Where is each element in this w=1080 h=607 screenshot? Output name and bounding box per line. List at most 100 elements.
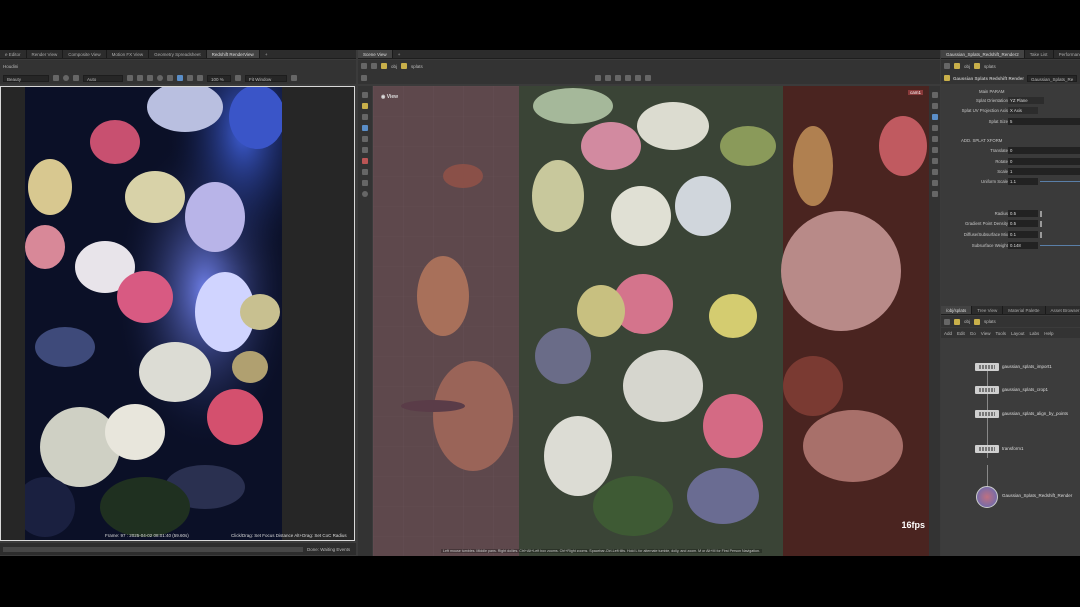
wireframe-icon[interactable] [931,125,938,131]
grid-icon[interactable] [137,75,143,81]
histogram-icon[interactable] [187,75,193,81]
network-editor[interactable]: gaussian_splats_import1 gaussian_splats_… [941,338,1080,556]
network-path-obj[interactable]: obj [964,319,970,324]
forward-icon[interactable] [371,63,377,69]
circle-icon[interactable] [157,75,163,81]
subsurface-weight-slider[interactable] [1040,245,1080,246]
viewport-view-text[interactable]: View [387,94,398,100]
rotate-tool-icon[interactable] [615,75,621,81]
crop-icon[interactable] [73,75,79,81]
uniform-scale-field[interactable]: 1.1 [1008,178,1038,185]
menu-labs[interactable]: Labs [1030,331,1040,336]
lighting-icon[interactable] [931,114,938,120]
uniform-scale-slider[interactable] [1040,181,1080,182]
square-icon[interactable] [147,75,153,81]
render-viewport[interactable]: Frame: 97 : 2025-04-02 08:01:40 (59.60s)… [0,86,355,541]
tool-select-icon[interactable] [362,92,368,98]
camera-icon[interactable] [625,75,631,81]
tab-tree-view[interactable]: Tree View [972,306,1004,314]
params-back-icon[interactable] [944,63,950,69]
uv-axis-dropdown[interactable]: X Axis [1008,107,1038,114]
normals-icon[interactable] [931,147,938,153]
viewport-view-label[interactable]: ◉ View [381,94,398,100]
tab-motion-fx-view[interactable]: Motion FX View [107,50,150,58]
tab-performance[interactable]: Performance Mo [1054,50,1080,58]
select-tool-icon[interactable] [595,75,601,81]
compare-icon[interactable] [197,75,203,81]
diffuse-mix-slider[interactable] [1040,232,1042,238]
display-options-icon[interactable] [931,92,938,98]
add-tab-icon[interactable]: + [260,50,273,58]
snapshot-icon[interactable] [53,75,59,81]
camera-dropdown[interactable]: cam1 [907,90,923,95]
tab-composite-view[interactable]: Composite View [63,50,107,58]
render-node[interactable] [976,486,998,508]
light-icon[interactable] [635,75,641,81]
tab-take-list[interactable]: Take List [1025,50,1054,58]
gradient-density-slider[interactable] [1040,221,1042,227]
auto-dropdown[interactable]: Auto [83,74,123,82]
params-path-node[interactable]: splats [984,64,996,69]
tool-measure-icon[interactable] [362,180,368,186]
node-name-field[interactable]: Gaussian_Splats_Re [1027,74,1078,82]
node-import[interactable] [975,363,999,371]
zoom-field[interactable]: 100 % [207,74,231,82]
radius-slider[interactable] [1040,211,1042,217]
add-scene-tab-icon[interactable]: + [393,50,406,58]
diffuse-mix-field[interactable]: 0.1 [1008,231,1038,238]
tab-geometry-spreadsheet[interactable]: Geometry Spreadsheet [149,50,207,58]
settings-icon[interactable] [291,75,297,81]
node-transform[interactable] [975,445,999,453]
flower-render-image[interactable] [25,87,282,540]
tab-editor[interactable]: e Editor [0,50,27,58]
menu-icon[interactable] [361,75,367,81]
splat-size-field[interactable]: 5 [1008,118,1080,125]
tool-handle-icon[interactable] [362,103,368,109]
channels-icon[interactable] [167,75,173,81]
aov-dropdown[interactable]: Beauty [3,74,49,82]
tab-render-view[interactable]: Render View [27,50,64,58]
rotate-field[interactable]: 0 [1008,158,1080,165]
menu-go[interactable]: Go [970,331,976,336]
ghost-icon[interactable] [931,169,938,175]
tool-view-icon[interactable] [362,125,368,131]
vis-icon[interactable] [931,191,938,197]
scene-path-node[interactable]: splats [411,64,423,69]
tab-asset-browser[interactable]: Asset Browser [1046,306,1080,314]
fit-dropdown[interactable]: Fit Window [245,74,287,82]
network-back-icon[interactable] [944,318,950,325]
tool-pose-icon[interactable] [362,114,368,120]
tab-redshift-renderview[interactable]: Redshift RenderView [206,50,260,58]
region-icon[interactable] [177,75,183,81]
tool-magnet-icon[interactable] [362,158,368,164]
menu-tools[interactable]: Tools [995,331,1006,336]
tool-grid-icon[interactable] [362,169,368,175]
background-icon[interactable] [931,180,938,186]
section-main-param[interactable]: Main PARAM [979,89,1004,94]
subsurface-weight-field[interactable]: 0.148 [1008,242,1038,249]
tab-params[interactable]: Gaussian_Splats_Redshift_Render2 [941,50,1025,58]
menu-view[interactable]: View [981,331,991,336]
menu-help[interactable]: Help [1044,331,1053,336]
translate-field[interactable]: 0 [1008,147,1080,154]
network-path-node[interactable]: splats [984,319,996,324]
scene-path-obj[interactable]: obj [391,64,397,69]
node-crop[interactable] [975,386,999,394]
tool-snap-icon[interactable] [362,147,368,153]
scene-viewport[interactable]: ◉ View cam1 16fps Left mouse tumbles. Mi… [373,86,929,556]
node-align[interactable] [975,410,999,418]
lock-icon[interactable] [127,75,133,81]
menu-edit[interactable]: Edit [957,331,965,336]
tool-sphere-icon[interactable] [362,191,368,197]
tab-material-palette[interactable]: Material Palette [1003,306,1046,314]
section-splat-xform[interactable]: ADD. SPLAT XFORM [961,138,1002,143]
menu-add[interactable]: Add [944,331,952,336]
bounds-icon[interactable] [931,158,938,164]
scale-field[interactable]: 1 [1008,168,1080,175]
refresh-icon[interactable] [63,75,69,81]
shading-icon[interactable] [931,103,938,109]
points-icon[interactable] [931,136,938,142]
display-icon[interactable] [645,75,651,81]
gradient-density-field[interactable]: 0.5 [1008,220,1038,227]
radius-field[interactable]: 0.5 [1008,210,1038,217]
